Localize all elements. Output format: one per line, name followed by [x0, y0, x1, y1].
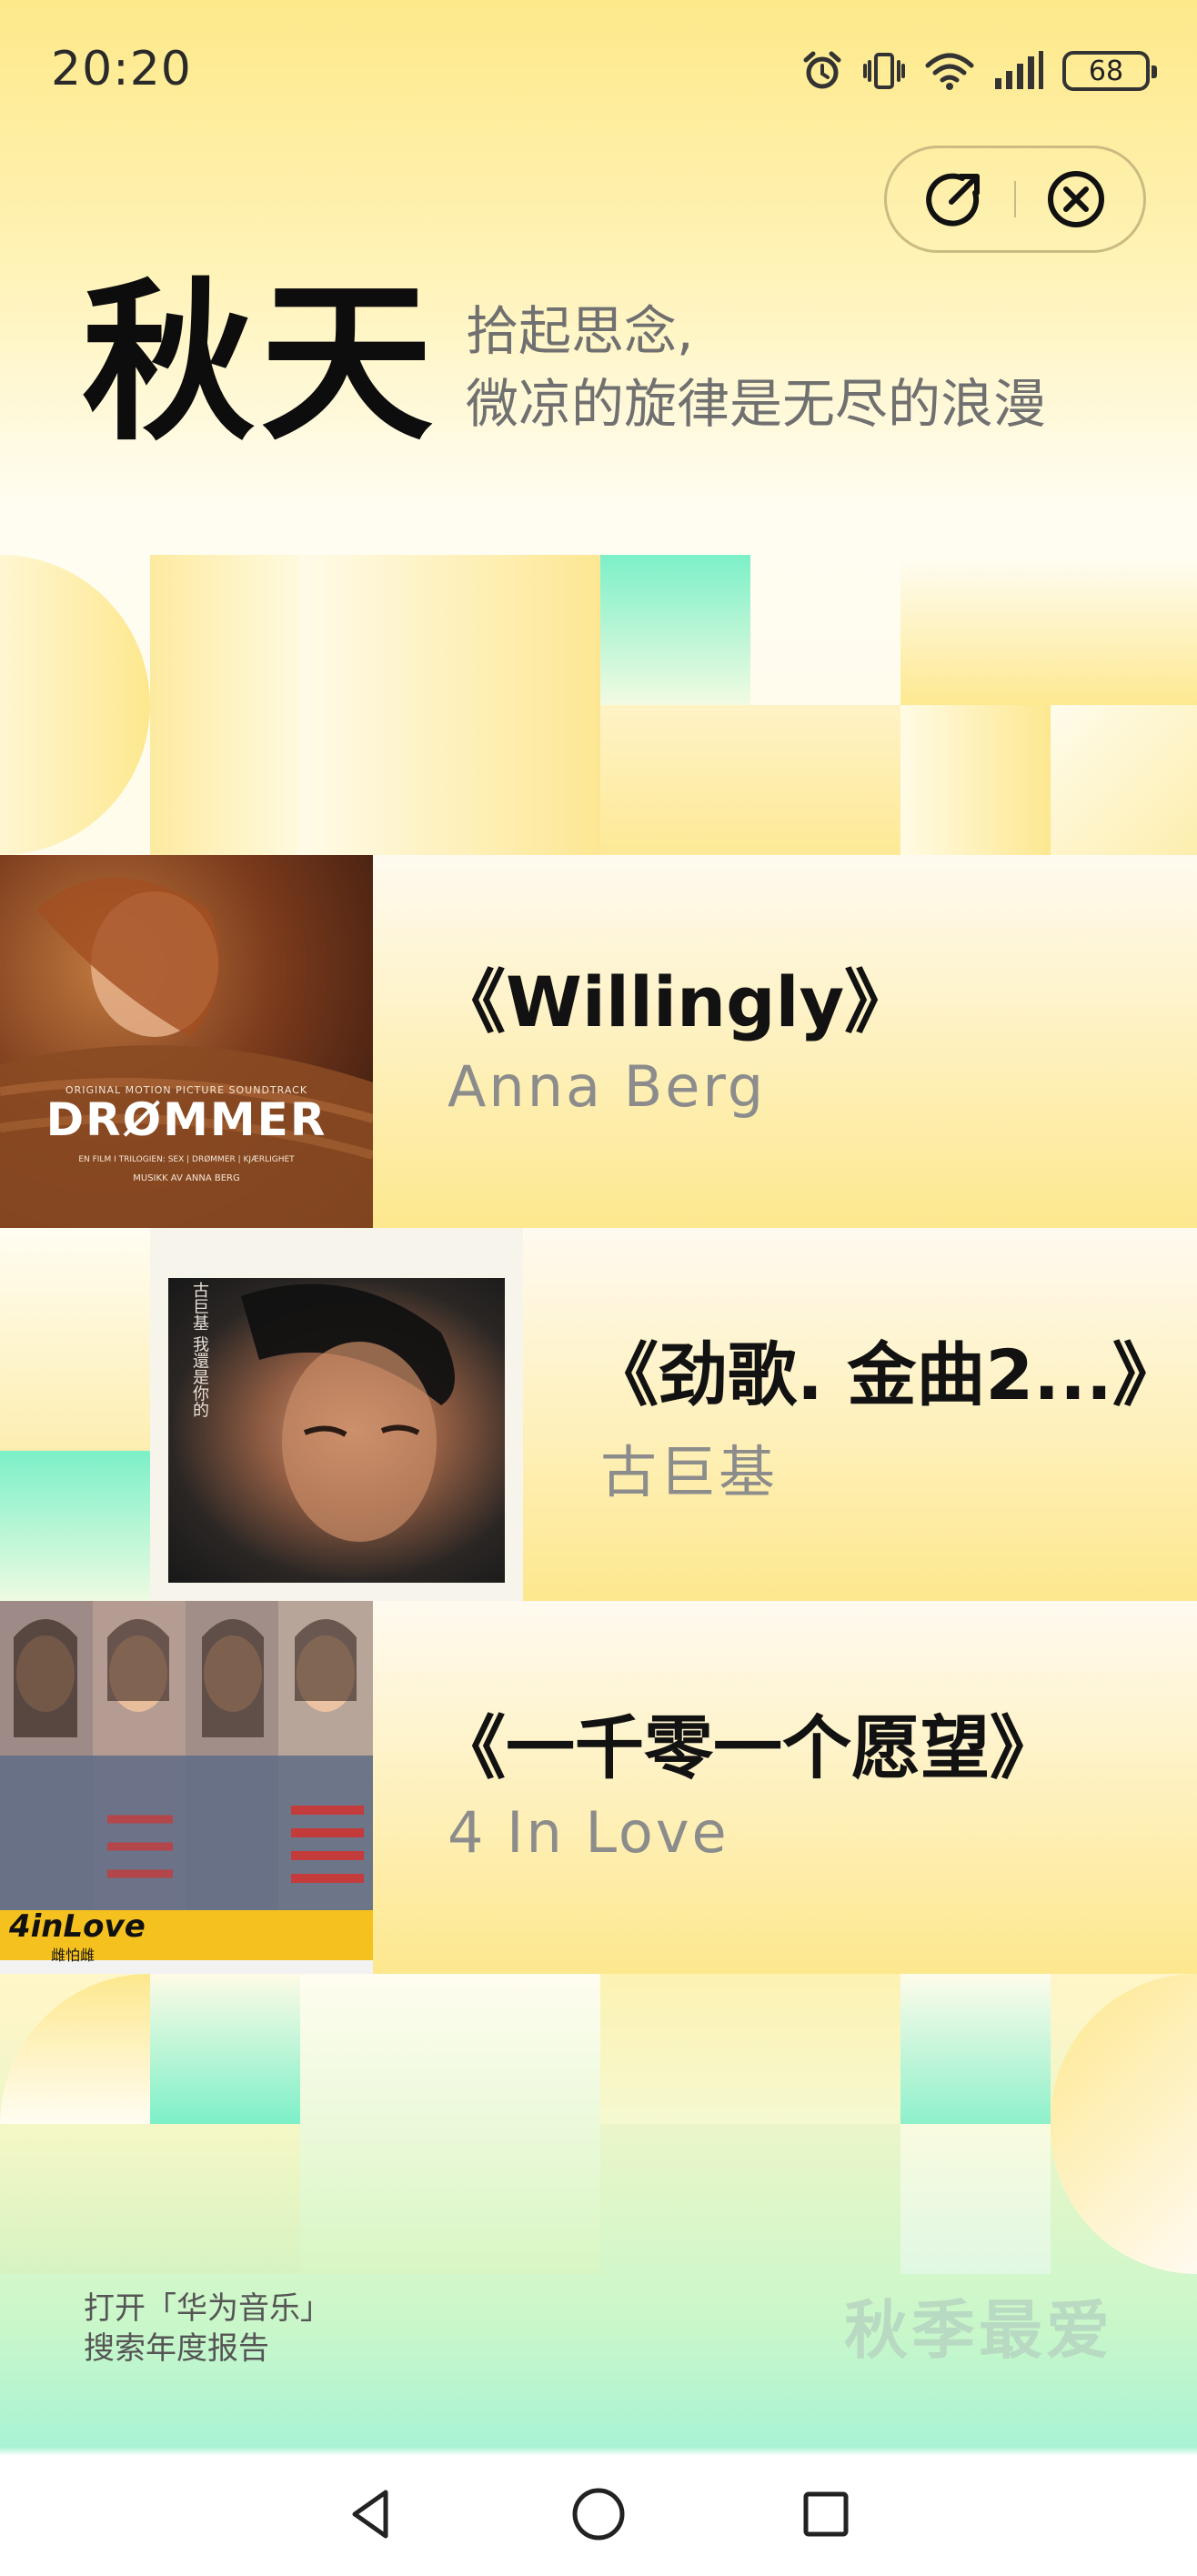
wifi-icon [925, 53, 974, 90]
album-cover: 古巨基 我還是你的 [150, 1228, 523, 1601]
cover-art-figure [0, 878, 373, 1228]
cover-bottom-text: MUSIKK AV ANNA BERG [133, 1173, 240, 1183]
mosaic-block [900, 2124, 1051, 2274]
song-title: 《Willingly》 [437, 961, 914, 1042]
cover-logo-subtext: 雌怕雌 [51, 1947, 96, 1964]
mosaic-block [600, 705, 900, 855]
mosaic-block [900, 555, 1197, 705]
mosaic-block [1051, 705, 1197, 855]
cover-caption-text: 古巨基 我還是你的 [190, 1282, 209, 1418]
mosaic-block [1051, 1974, 1197, 2274]
page-subtitle: 拾起思念, 微凉的旋律是无尽的浪漫 [466, 295, 1046, 440]
system-nav-bar [0, 2456, 1197, 2576]
mosaic-block [600, 1974, 900, 2124]
cover-title-text: DRØMMER [45, 1093, 327, 1146]
share-icon [926, 173, 981, 226]
mosaic-block [0, 1451, 150, 1601]
nav-back-button[interactable] [344, 2487, 398, 2545]
mosaic-block [300, 1974, 600, 2274]
close-icon [1047, 171, 1104, 227]
mosaic-block [150, 555, 300, 855]
song-row[interactable]: 古巨基 我還是你的 《劲歌. 金曲2...》 古巨基 [0, 1228, 1197, 1601]
song-artist: 4 In Love [448, 1799, 729, 1866]
song-artist: Anna Berg [448, 1053, 767, 1120]
mosaic-block [150, 1974, 300, 2124]
subtitle-line-1: 拾起思念, [466, 300, 694, 362]
signal-icon [995, 51, 1043, 89]
cover-photo: 古巨基 我還是你的 [168, 1278, 505, 1583]
album-cover: ORIGINAL MOTION PICTURE SOUNDTRACK DRØMM… [0, 855, 373, 1228]
mosaic-block [600, 555, 750, 705]
battery-icon: 68 [1062, 51, 1157, 91]
footer-hint-line-1: 打开「华为音乐」 [84, 2290, 331, 2327]
close-button[interactable] [1044, 167, 1108, 231]
mosaic-block [900, 1974, 1051, 2124]
battery-level: 68 [1088, 55, 1124, 87]
home-circle-icon [572, 2488, 625, 2541]
status-bar: 20:20 68 [0, 0, 1197, 136]
pill-divider [1013, 181, 1016, 217]
subtitle-line-2: 微凉的旋律是无尽的浪漫 [466, 373, 1047, 435]
footer-hint: 打开「华为音乐」 搜索年度报告 [84, 2289, 331, 2369]
mosaic-block [300, 555, 600, 855]
back-triangle-icon [352, 2490, 388, 2539]
cover-logo-text: 4inLove [9, 1908, 146, 1945]
share-button[interactable] [922, 167, 986, 231]
song-artist: 古巨基 [600, 1439, 779, 1505]
status-icons: 68 [800, 44, 1157, 98]
song-row[interactable]: 4inLove 雌怕雌 《一千零一个愿望》 4 In Love [0, 1601, 1197, 1974]
song-row[interactable]: ORIGINAL MOTION PICTURE SOUNDTRACK DRØMM… [0, 855, 1197, 1228]
page-title: 秋天 [82, 263, 439, 464]
footer-hint-line-2: 搜索年度报告 [84, 2330, 269, 2367]
status-time: 20:20 [51, 42, 192, 96]
song-title: 《劲歌. 金曲2...》 [589, 1334, 1182, 1415]
action-pill [884, 146, 1146, 253]
mosaic-block [900, 705, 1051, 855]
nav-recents-button[interactable] [799, 2487, 853, 2545]
cover-art-figure [241, 1283, 455, 1542]
report-page: 20:20 68 秋天 拾起思念, 微凉的旋律是无尽的浪漫 ORIGINAL M… [0, 0, 1197, 2576]
mosaic-block [0, 2124, 300, 2274]
mosaic-block [0, 555, 150, 855]
album-cover: 4inLove 雌怕雌 [0, 1601, 373, 1974]
alarm-icon [803, 51, 841, 89]
cover-small-text: EN FILM I TRILOGIEN: SEX | DRØMMER | KJÆ… [78, 1155, 295, 1164]
vibrate-icon [863, 53, 905, 89]
mosaic-block [0, 1228, 150, 1451]
footer-tag: 秋季最爱 [844, 2293, 1113, 2368]
nav-home-button[interactable] [569, 2485, 628, 2547]
mosaic-block [0, 1974, 150, 2124]
song-title: 《一千零一个愿望》 [437, 1707, 1059, 1788]
recents-square-icon [803, 2491, 849, 2537]
